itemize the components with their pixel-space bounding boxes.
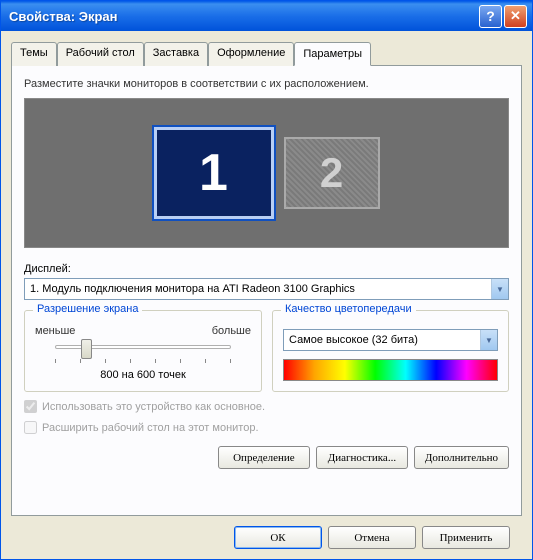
window-title: Свойства: Экран: [6, 9, 477, 24]
cancel-button[interactable]: Отмена: [328, 526, 416, 549]
panel-button-row: Определение Диагностика... Дополнительно: [24, 446, 509, 469]
client-area: Темы Рабочий стол Заставка Оформление Па…: [1, 31, 532, 559]
settings-row: Разрешение экрана меньше больше 800 на 6…: [24, 310, 509, 392]
slider-thumb[interactable]: [81, 339, 92, 359]
monitor-arrangement-area[interactable]: 1 2: [24, 98, 509, 248]
titlebar[interactable]: Свойства: Экран ? ✕: [1, 1, 532, 31]
tab-themes[interactable]: Темы: [11, 42, 57, 66]
label-less: меньше: [35, 325, 75, 337]
advanced-button[interactable]: Дополнительно: [414, 446, 509, 469]
label-more: больше: [212, 325, 251, 337]
chevron-down-icon: ▼: [491, 279, 508, 299]
chevron-down-icon: ▼: [480, 330, 497, 350]
resolution-slider[interactable]: [55, 339, 231, 365]
display-properties-window: Свойства: Экран ? ✕ Темы Рабочий стол За…: [0, 0, 533, 560]
primary-device-label: Использовать это устройство как основное…: [42, 401, 265, 413]
color-quality-value: Самое высокое (32 бита): [284, 334, 480, 346]
display-label: Дисплей:: [24, 263, 509, 275]
primary-device-checkbox: [24, 400, 37, 413]
monitor-2[interactable]: 2: [284, 137, 380, 209]
close-button[interactable]: ✕: [504, 5, 527, 28]
color-quality-dropdown[interactable]: Самое высокое (32 бита) ▼: [283, 329, 498, 351]
tab-screensaver[interactable]: Заставка: [144, 42, 208, 66]
tab-strip: Темы Рабочий стол Заставка Оформление Па…: [11, 41, 522, 65]
color-quality-group: Качество цветопередачи Самое высокое (32…: [272, 310, 509, 392]
monitor-1[interactable]: 1: [154, 127, 274, 219]
settings-panel: Разместите значки мониторов в соответств…: [11, 65, 522, 516]
troubleshoot-button[interactable]: Диагностика...: [316, 446, 408, 469]
primary-device-checkbox-row: Использовать это устройство как основное…: [24, 400, 509, 413]
tab-settings[interactable]: Параметры: [294, 42, 371, 66]
color-spectrum-preview: [283, 359, 498, 381]
tab-appearance[interactable]: Оформление: [208, 42, 294, 66]
slider-labels: меньше больше: [35, 325, 251, 337]
identify-button[interactable]: Определение: [218, 446, 310, 469]
extend-desktop-checkbox-row: Расширить рабочий стол на этот монитор.: [24, 421, 509, 434]
extend-desktop-checkbox: [24, 421, 37, 434]
color-quality-title: Качество цветопередачи: [281, 303, 416, 315]
slider-ticks: [55, 359, 231, 363]
tab-desktop[interactable]: Рабочий стол: [57, 42, 144, 66]
apply-button[interactable]: Применить: [422, 526, 510, 549]
resolution-title: Разрешение экрана: [33, 303, 142, 315]
display-dropdown[interactable]: 1. Модуль подключения монитора на ATI Ra…: [24, 278, 509, 300]
display-dropdown-value: 1. Модуль подключения монитора на ATI Ra…: [25, 283, 491, 295]
resolution-group: Разрешение экрана меньше больше 800 на 6…: [24, 310, 262, 392]
close-icon: ✕: [510, 8, 521, 24]
dialog-button-row: ОК Отмена Применить: [11, 516, 522, 559]
resolution-value: 800 на 600 точек: [35, 369, 251, 381]
ok-button[interactable]: ОК: [234, 526, 322, 549]
extend-desktop-label: Расширить рабочий стол на этот монитор.: [42, 422, 259, 434]
instruction-text: Разместите значки мониторов в соответств…: [24, 78, 509, 90]
help-button[interactable]: ?: [479, 5, 502, 28]
